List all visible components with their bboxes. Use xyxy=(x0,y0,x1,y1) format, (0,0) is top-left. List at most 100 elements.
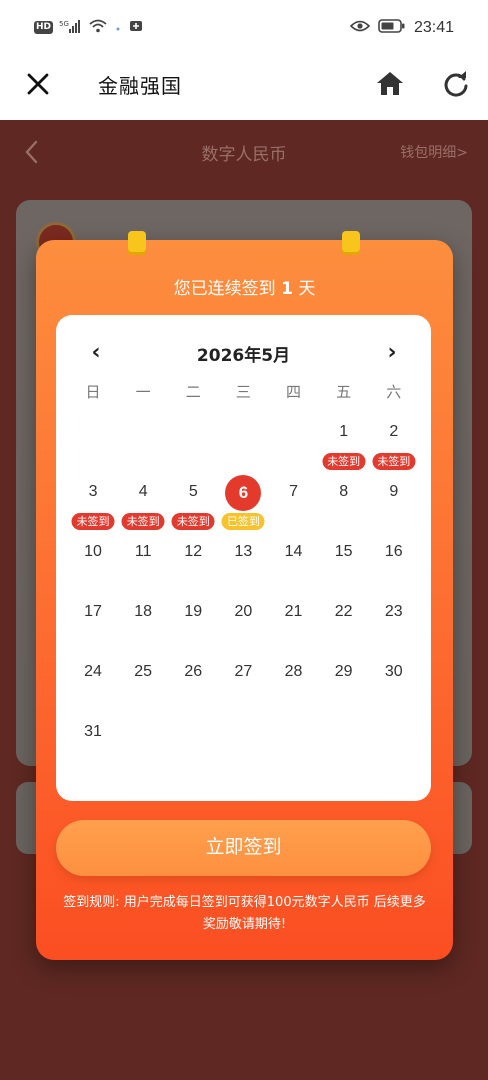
battery-icon xyxy=(378,18,406,37)
missed-badge: 未签到 xyxy=(322,453,366,470)
calendar-today: 6 xyxy=(225,475,262,511)
calendar-day-number: 26 xyxy=(184,663,203,680)
calendar-day-cell[interactable]: 7 xyxy=(269,475,319,535)
calendar-day-cell[interactable]: 17 xyxy=(68,595,118,655)
missed-badge: 未签到 xyxy=(121,513,165,530)
calendar-day-number: 5 xyxy=(188,483,198,500)
status-bar: HD 5G 23:41 xyxy=(0,0,488,56)
weekday-label: 六 xyxy=(386,383,402,401)
calendar-day-cell[interactable]: 29 xyxy=(319,655,369,715)
checkin-modal: 您已连续签到 1 天 ‹ 2026年5月 › 日 一 二 三 四 五 六 1 未签… xyxy=(36,231,453,960)
calendar-day-number: 22 xyxy=(334,603,353,620)
calendar-empty-cell xyxy=(68,415,118,475)
signed-badge: 已签到 xyxy=(221,513,265,530)
calendar-day-number: 4 xyxy=(138,483,148,500)
refresh-button[interactable] xyxy=(440,68,472,100)
app-bar: 金融强国 xyxy=(0,56,488,120)
calendar-day-cell[interactable]: 12 xyxy=(168,535,218,595)
calendar-day-cell[interactable]: 19 xyxy=(168,595,218,655)
calendar-day-cell[interactable]: 26 xyxy=(168,655,218,715)
calendar-day-cell[interactable]: 24 xyxy=(68,655,118,715)
calendar-day-cell[interactable]: 11 xyxy=(118,535,168,595)
calendar-day-cell[interactable]: 10 xyxy=(68,535,118,595)
calendar-day-cell[interactable]: 18 xyxy=(118,595,168,655)
calendar-day-cell[interactable]: 4 未签到 xyxy=(118,475,168,535)
calendar-day-cell[interactable]: 5 未签到 xyxy=(168,475,218,535)
streak-text: 您已连续签到 1 天 xyxy=(36,274,453,299)
calendar-day-cell[interactable]: 27 xyxy=(218,655,268,715)
wallet-details-link[interactable]: 钱包明细> xyxy=(400,142,468,162)
calendar: ‹ 2026年5月 › 日 一 二 三 四 五 六 1 未签到 2 未签到 3 未签到 4 未… xyxy=(56,315,431,801)
calendar-day-cell[interactable]: 15 xyxy=(319,535,369,595)
home-icon xyxy=(377,72,403,95)
calendar-month-label: 2026年5月 xyxy=(196,346,291,366)
eye-icon xyxy=(349,18,371,37)
calendar-day-cell[interactable]: 21 xyxy=(269,595,319,655)
calendar-day-number: 7 xyxy=(289,483,299,500)
calendar-day-cell[interactable]: 28 xyxy=(269,655,319,715)
signal-icon: 5G xyxy=(59,18,83,37)
calendar-day-cell[interactable]: 31 xyxy=(68,715,118,775)
binder-clip-icon xyxy=(128,231,146,255)
calendar-day-cell[interactable]: 22 xyxy=(319,595,369,655)
calendar-day-number: 8 xyxy=(339,483,349,500)
weekday-label: 三 xyxy=(235,383,251,401)
close-button[interactable] xyxy=(22,68,54,100)
calendar-day-cell[interactable]: 30 xyxy=(369,655,419,715)
clock: 23:41 xyxy=(413,18,454,36)
checkin-button[interactable]: 立即签到 xyxy=(56,820,431,876)
calendar-day-cell[interactable]: 2 未签到 xyxy=(369,415,419,475)
wifi-icon xyxy=(89,18,107,37)
calendar-day-number: 30 xyxy=(384,663,403,680)
calendar-day-cell[interactable]: 23 xyxy=(369,595,419,655)
missed-badge: 未签到 xyxy=(171,513,215,530)
streak-suffix: 天 xyxy=(292,279,316,299)
next-month-button[interactable]: › xyxy=(378,339,406,367)
calendar-day-number: 12 xyxy=(184,543,203,560)
calendar-empty-cell xyxy=(218,415,268,475)
calendar-day-number: 1 xyxy=(339,423,349,440)
weekday-label: 二 xyxy=(185,383,201,401)
calendar-day-number: 24 xyxy=(84,663,102,680)
calendar-day-cell[interactable]: 9 xyxy=(369,475,419,535)
calendar-day-cell[interactable]: 14 xyxy=(269,535,319,595)
weekday-label: 一 xyxy=(135,383,151,401)
calendar-day-cell[interactable]: 13 xyxy=(218,535,268,595)
notification-icon xyxy=(129,18,143,37)
calendar-day-cell[interactable]: 20 xyxy=(218,595,268,655)
calendar-day-cell[interactable]: 3 未签到 xyxy=(68,475,118,535)
calendar-day-cell[interactable]: 16 xyxy=(369,535,419,595)
calendar-day-number: 23 xyxy=(384,603,403,620)
calendar-day-number: 9 xyxy=(389,483,399,500)
usb-icon xyxy=(113,18,123,37)
calendar-day-cell[interactable]: 8 xyxy=(319,475,369,535)
calendar-day-number: 14 xyxy=(284,543,303,560)
home-button[interactable] xyxy=(374,68,406,100)
calendar-day-number: 19 xyxy=(184,603,203,620)
close-icon xyxy=(27,73,49,95)
calendar-day-number: 27 xyxy=(234,663,253,680)
calendar-day-number: 25 xyxy=(134,663,153,680)
calendar-day-cell[interactable]: 1 未签到 xyxy=(319,415,369,475)
streak-days: 1 xyxy=(281,279,293,299)
calendar-day-number: 16 xyxy=(384,543,403,560)
calendar-day-cell[interactable]: 6 已签到 xyxy=(218,475,268,535)
status-right: 23:41 xyxy=(349,18,454,37)
calendar-empty-cell xyxy=(168,415,218,475)
calendar-day-number: 11 xyxy=(134,543,152,560)
calendar-empty-cell xyxy=(269,415,319,475)
weekday-label: 五 xyxy=(336,383,352,401)
calendar-day-number: 21 xyxy=(284,603,303,620)
calendar-day-number: 10 xyxy=(84,543,102,560)
weekday-label: 日 xyxy=(85,383,101,401)
weekday-header: 日 一 二 三 四 五 六 xyxy=(68,381,419,402)
calendar-day-cell[interactable]: 25 xyxy=(118,655,168,715)
calendar-grid: 1 未签到 2 未签到 3 未签到 4 未签到 5 未签到 6 已签到 7 8 9 10 11 12 13 14 15 1… xyxy=(68,415,419,775)
weekday-label: 四 xyxy=(286,383,302,401)
page-title: 金融强国 xyxy=(98,74,182,98)
calendar-day-number: 2 xyxy=(389,423,399,440)
calendar-day-number: 29 xyxy=(334,663,353,680)
calendar-empty-cell xyxy=(118,415,168,475)
refresh-icon xyxy=(444,71,468,97)
calendar-day-number: 17 xyxy=(84,603,102,620)
